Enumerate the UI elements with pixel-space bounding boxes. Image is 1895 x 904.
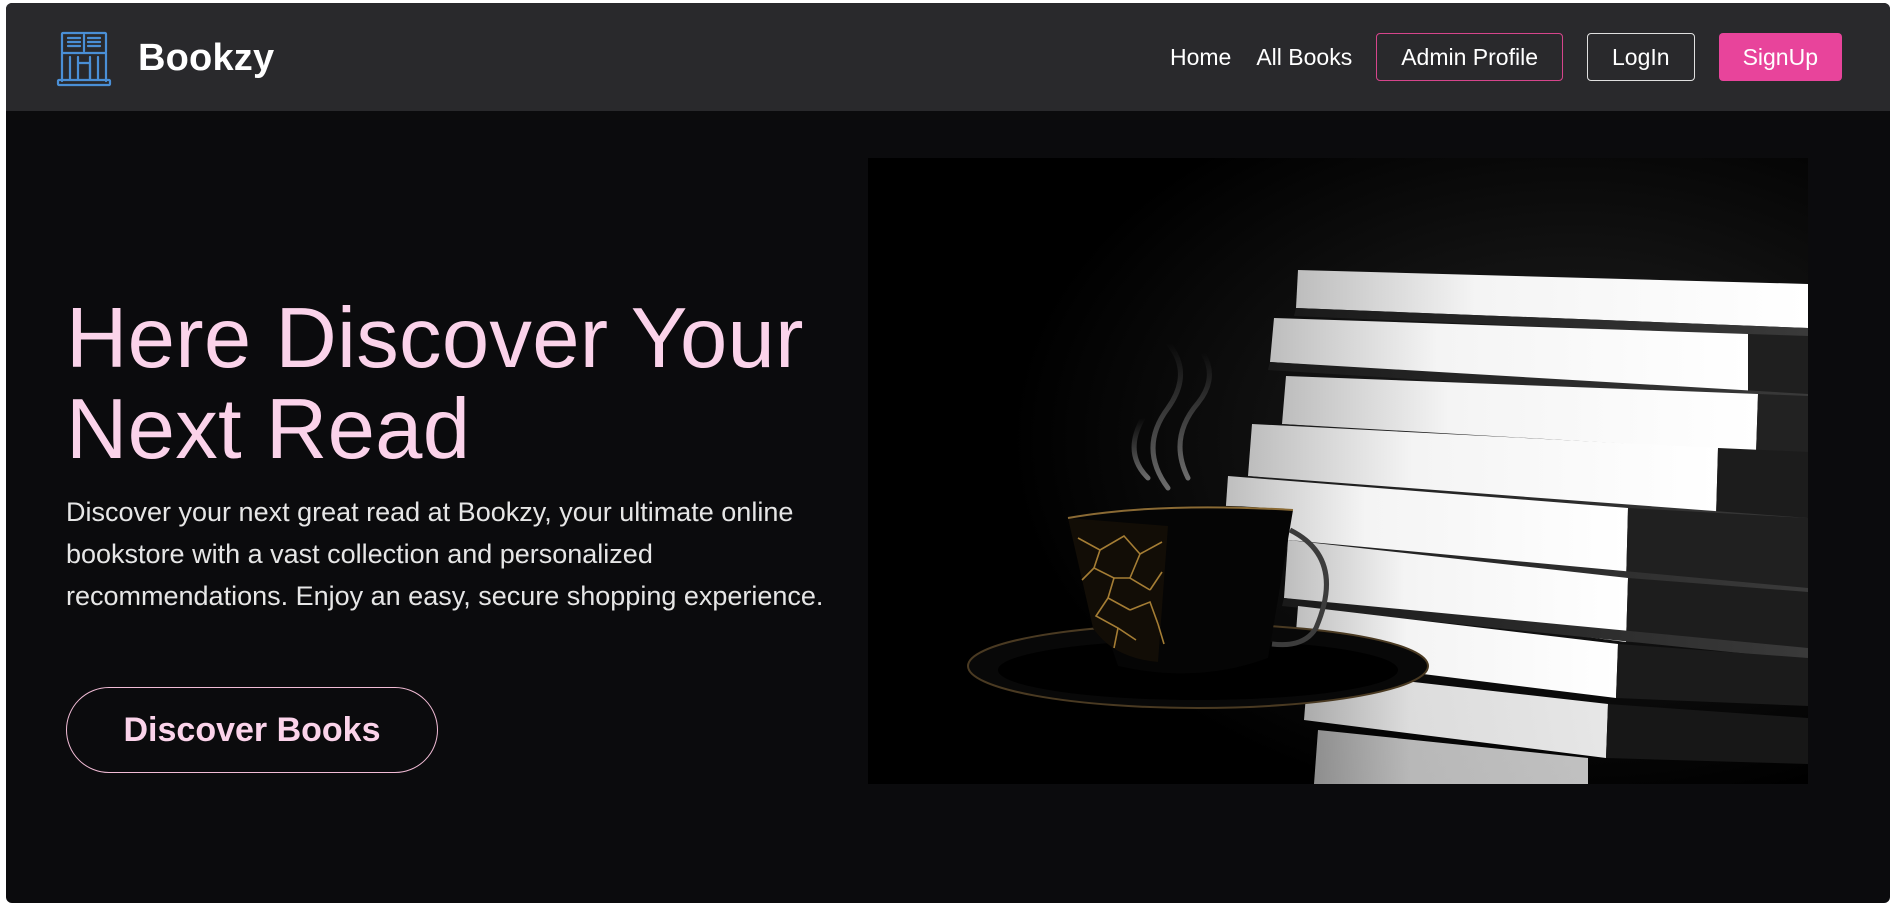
- discover-books-button[interactable]: Discover Books: [66, 687, 438, 773]
- nav-link-all-books[interactable]: All Books: [1256, 44, 1352, 71]
- library-building-icon: [56, 29, 112, 87]
- navbar: Bookzy Home All Books Admin Profile LogI…: [6, 3, 1890, 111]
- nav-link-home[interactable]: Home: [1170, 44, 1231, 71]
- brand-name: Bookzy: [138, 36, 275, 79]
- app-window: Bookzy Home All Books Admin Profile LogI…: [6, 3, 1890, 903]
- hero-title: Here Discover Your Next Read: [66, 291, 804, 477]
- signup-button[interactable]: SignUp: [1718, 33, 1842, 81]
- admin-profile-button[interactable]: Admin Profile: [1376, 33, 1563, 81]
- brand[interactable]: Bookzy: [56, 29, 274, 87]
- login-button[interactable]: LogIn: [1587, 33, 1695, 81]
- coffee-cup-and-book-stack-photo: [868, 158, 1808, 784]
- hero-description: Discover your next great read at Bookzy,…: [66, 497, 824, 611]
- nav-menu: Home All Books Admin Profile LogIn SignU…: [1170, 32, 1842, 82]
- hero-image: [868, 158, 1808, 784]
